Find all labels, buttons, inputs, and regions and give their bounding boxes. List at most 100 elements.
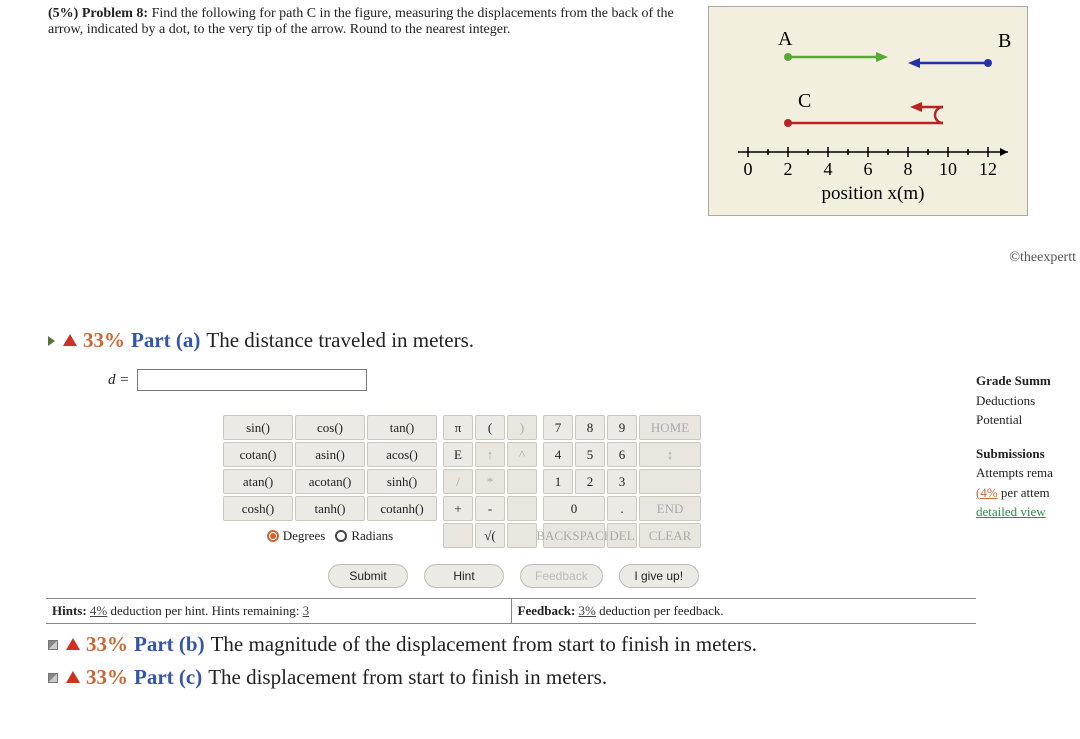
key-9[interactable]: 9	[607, 415, 637, 440]
answer-lhs: d =	[108, 372, 129, 389]
action-buttons: Submit Hint Feedback I give up!	[328, 564, 976, 588]
figure-panel: 0 2 4 6 8 10 12 position x(m) A	[708, 6, 1028, 216]
svg-text:0: 0	[744, 159, 753, 179]
fn-acos[interactable]: acos()	[367, 442, 437, 467]
svg-text:C: C	[798, 90, 811, 112]
fn-sin[interactable]: sin()	[223, 415, 293, 440]
submissions-heading: Submissions	[976, 444, 1080, 464]
answer-input[interactable]	[137, 369, 367, 391]
key-7[interactable]: 7	[543, 415, 573, 440]
key-blank3	[443, 523, 473, 548]
per-attempt: (4% per attem	[976, 483, 1080, 503]
problem-header: (5%) Problem 8: Find the following for p…	[48, 6, 708, 38]
key-2[interactable]: 2	[575, 469, 605, 494]
svg-text:12: 12	[979, 159, 997, 179]
grade-potential: Potential	[976, 410, 1080, 430]
fn-cosh[interactable]: cosh()	[223, 496, 293, 521]
key-blank2	[507, 496, 537, 521]
key-home[interactable]: HOME	[639, 415, 701, 440]
key-blank1	[507, 469, 537, 494]
submit-button[interactable]: Submit	[328, 564, 408, 588]
grade-summary: Grade Summ Deductions Potential Submissi…	[976, 369, 1080, 624]
attempts-remaining: Attempts rema	[976, 463, 1080, 483]
key-3[interactable]: 3	[607, 469, 637, 494]
grade-heading: Grade Summ	[976, 371, 1080, 391]
key-0[interactable]: 0	[543, 496, 605, 521]
warning-icon	[66, 638, 80, 650]
key-6[interactable]: 6	[607, 442, 637, 467]
part-a-header[interactable]: 33% Part (a) The distance traveled in me…	[48, 328, 1080, 353]
key-pow[interactable]: ^	[507, 442, 537, 467]
key-mul[interactable]: *	[475, 469, 505, 494]
hints-cell: Hints: 4% deduction per hint. Hints rema…	[46, 599, 512, 623]
fn-cotanh[interactable]: cotanh()	[367, 496, 437, 521]
degrees-radio[interactable]: Degrees	[267, 528, 326, 544]
key-backspace[interactable]: BACKSPACE	[543, 523, 605, 548]
key-8[interactable]: 8	[575, 415, 605, 440]
hint-button[interactable]: Hint	[424, 564, 504, 588]
symbol-pad: π ( ) E ↑ ^ / * + - √(	[443, 415, 537, 548]
part-c-percent: 33%	[86, 665, 128, 690]
hint-feedback-row: Hints: 4% deduction per hint. Hints rema…	[46, 598, 976, 624]
svg-text:10: 10	[939, 159, 957, 179]
key-nav1[interactable]: ↕	[639, 442, 701, 467]
fn-atan[interactable]: atan()	[223, 469, 293, 494]
copyright-text: ©theexpertt	[708, 250, 1080, 266]
part-c-header[interactable]: 33% Part (c) The displacement from start…	[48, 665, 1080, 690]
part-b-percent: 33%	[86, 632, 128, 657]
number-pad: 7 8 9 HOME 4 5 6 ↕ 1 2 3 0 . END BACKSPA…	[543, 415, 701, 548]
key-pi[interactable]: π	[443, 415, 473, 440]
expand-icon[interactable]	[48, 336, 55, 346]
giveup-button[interactable]: I give up!	[619, 564, 699, 588]
key-end[interactable]: END	[639, 496, 701, 521]
feedback-cell: Feedback: 3% deduction per feedback.	[512, 599, 977, 623]
key-nav2[interactable]	[639, 469, 701, 494]
grade-deductions: Deductions	[976, 391, 1080, 411]
fn-tan[interactable]: tan()	[367, 415, 437, 440]
key-minus[interactable]: -	[475, 496, 505, 521]
key-1[interactable]: 1	[543, 469, 573, 494]
svg-text:8: 8	[904, 159, 913, 179]
warning-icon	[63, 334, 77, 346]
svg-text:2: 2	[784, 159, 793, 179]
fn-asin[interactable]: asin()	[295, 442, 365, 467]
collapsed-icon[interactable]	[48, 673, 58, 683]
key-plus[interactable]: +	[443, 496, 473, 521]
key-e[interactable]: E	[443, 442, 473, 467]
detailed-view-link[interactable]: detailed view	[976, 504, 1046, 519]
key-up[interactable]: ↑	[475, 442, 505, 467]
key-dot[interactable]: .	[607, 496, 637, 521]
fn-cotan[interactable]: cotan()	[223, 442, 293, 467]
key-rparen[interactable]: )	[507, 415, 537, 440]
fn-acotan[interactable]: acotan()	[295, 469, 365, 494]
key-blank4	[507, 523, 537, 548]
fn-cos[interactable]: cos()	[295, 415, 365, 440]
keypad: sin() cos() tan() cotan() asin() acos() …	[223, 415, 976, 548]
fn-sinh[interactable]: sinh()	[367, 469, 437, 494]
key-lparen[interactable]: (	[475, 415, 505, 440]
part-b-header[interactable]: 33% Part (b) The magnitude of the displa…	[48, 632, 1080, 657]
part-a-percent: 33%	[83, 328, 125, 353]
key-sqrt[interactable]: √(	[475, 523, 505, 548]
svg-text:6: 6	[864, 159, 873, 179]
problem-number: (5%) Problem 8:	[48, 6, 148, 21]
feedback-button[interactable]: Feedback	[520, 564, 603, 588]
svg-text:B: B	[998, 30, 1011, 52]
key-5[interactable]: 5	[575, 442, 605, 467]
paths-diagram: 0 2 4 6 8 10 12 position x(m) A	[718, 17, 1018, 207]
key-4[interactable]: 4	[543, 442, 573, 467]
collapsed-icon[interactable]	[48, 640, 58, 650]
warning-icon	[66, 671, 80, 683]
part-a-text: The distance traveled in meters.	[206, 328, 474, 353]
radians-radio[interactable]: Radians	[335, 528, 393, 544]
part-b-text: The magnitude of the displacement from s…	[211, 632, 757, 657]
svg-text:A: A	[778, 28, 793, 50]
svg-text:position x(m): position x(m)	[822, 183, 925, 204]
svg-text:4: 4	[824, 159, 833, 179]
fn-tanh[interactable]: tanh()	[295, 496, 365, 521]
function-pad: sin() cos() tan() cotan() asin() acos() …	[223, 415, 437, 548]
part-c-label: Part (c)	[134, 665, 202, 690]
key-del[interactable]: DEL	[607, 523, 637, 548]
key-clear[interactable]: CLEAR	[639, 523, 701, 548]
key-div[interactable]: /	[443, 469, 473, 494]
